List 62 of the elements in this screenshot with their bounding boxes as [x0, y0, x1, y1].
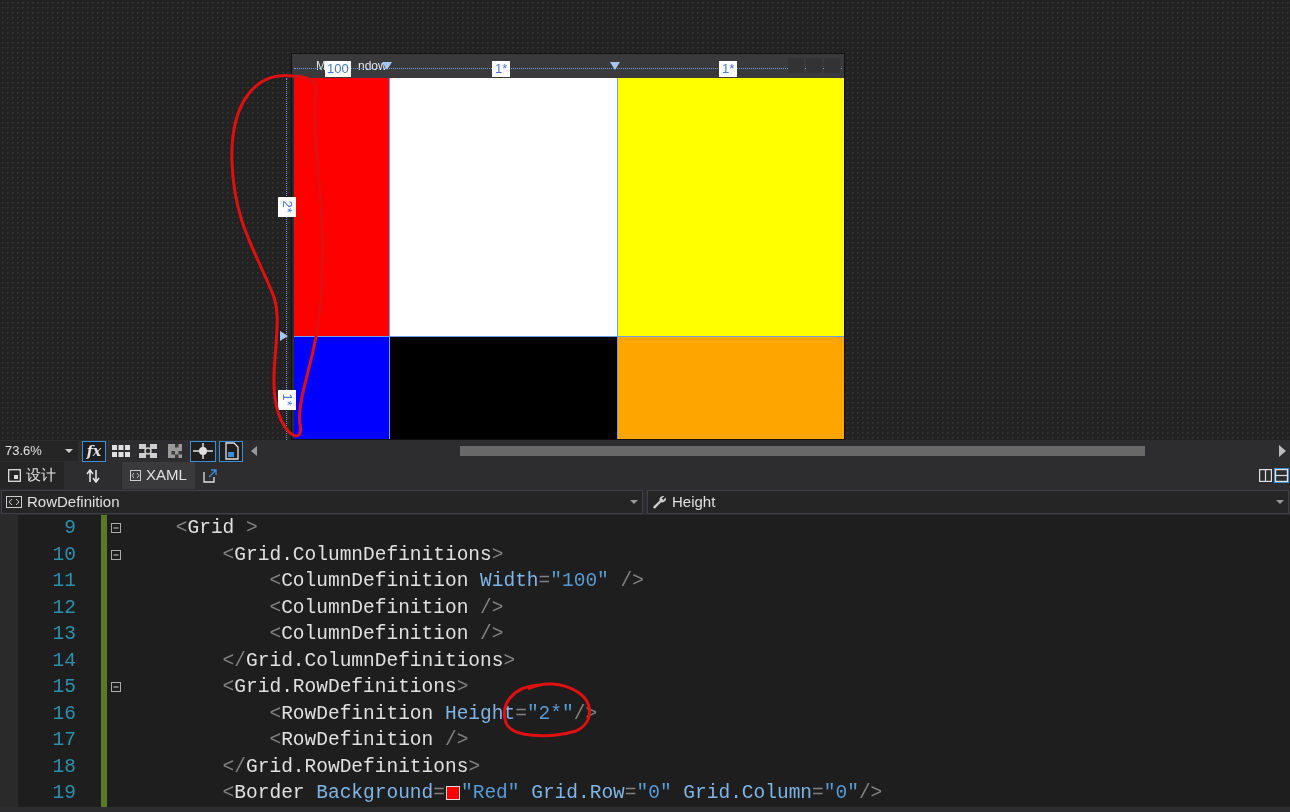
member-dropdown[interactable]: Height	[647, 490, 1289, 514]
split-view-button[interactable]	[1274, 468, 1289, 483]
code-line: <Grid >	[174, 516, 258, 541]
view-tab[interactable]: 设计	[0, 462, 64, 489]
design-view-icon	[8, 469, 21, 482]
column-divider-handle-icon[interactable]	[610, 62, 620, 70]
collapse-icon[interactable]	[110, 523, 121, 534]
line-number: 11	[51, 569, 76, 594]
checkerboard-icon	[168, 444, 182, 458]
element-icon	[6, 496, 22, 508]
window-control-icon	[806, 58, 822, 73]
toolbar-button[interactable]	[190, 440, 216, 462]
caret-icon	[630, 500, 638, 504]
line-number: 15	[51, 675, 76, 700]
zoom-dropdown[interactable]: 73.6%	[0, 441, 78, 461]
toolbar-button[interactable]	[219, 440, 243, 462]
line-number: 18	[51, 754, 76, 779]
column-size-label[interactable]: 1*	[719, 61, 738, 77]
line-number: 19	[51, 781, 76, 806]
column-size-label[interactable]: 1*	[492, 61, 511, 77]
line-number: 12	[51, 595, 76, 620]
line-number: 13	[51, 622, 76, 647]
split-vertical-icon	[1259, 469, 1272, 482]
code-line: <Grid.RowDefinitions>	[221, 675, 469, 700]
line-number: 17	[51, 728, 76, 753]
line-number: 10	[51, 542, 76, 567]
row-size-label[interactable]: 1*	[278, 390, 296, 410]
scrollbar-thumb[interactable]	[460, 446, 1145, 456]
line-number: 16	[51, 701, 76, 726]
view-tab[interactable]: XAML	[122, 462, 195, 489]
swap-icon[interactable]	[86, 468, 100, 483]
split-horizontal-icon	[1275, 469, 1288, 482]
line-number: 9	[63, 516, 76, 541]
column-size-label[interactable]: 100	[325, 61, 351, 77]
caret-icon	[1276, 500, 1284, 504]
element-dropdown[interactable]: RowDefinition	[1, 490, 643, 514]
row-divider-handle-icon[interactable]	[280, 331, 288, 341]
popout-icon[interactable]	[202, 468, 217, 483]
caret-icon	[65, 449, 73, 453]
row-size-label[interactable]: 2*	[278, 197, 296, 217]
wrench-icon	[652, 494, 668, 510]
line-number: 14	[51, 648, 76, 673]
code-line: <Border Background= "Red" Grid.Row="0" Grid.Column="0"/>	[221, 781, 883, 806]
code-icon	[130, 470, 141, 481]
window-control-icon	[824, 58, 840, 73]
document-refresh-icon	[223, 442, 239, 460]
code-line: <ColumnDefinition />	[268, 595, 504, 620]
code-line: </Grid.RowDefinitions>	[221, 754, 481, 779]
collapse-icon[interactable]	[110, 549, 121, 560]
code-line: </Grid.ColumnDefinitions>	[221, 648, 516, 673]
grid-icon	[112, 445, 130, 457]
code-line: <Grid.ColumnDefinitions>	[221, 542, 504, 567]
scroll-right-icon[interactable]	[1279, 445, 1286, 457]
code-line: <ColumnDefinition Width="100" />	[268, 569, 644, 594]
code-line: <RowDefinition />	[268, 728, 469, 753]
collapse-icon[interactable]	[110, 682, 121, 693]
window-control-icon	[788, 58, 804, 73]
scroll-left-icon[interactable]	[251, 446, 257, 456]
formula-button[interactable]: fx	[82, 440, 106, 462]
code-line: <ColumnDefinition />	[268, 622, 504, 647]
snap-lines-icon	[193, 443, 213, 459]
snap-grid-icon	[139, 444, 157, 458]
